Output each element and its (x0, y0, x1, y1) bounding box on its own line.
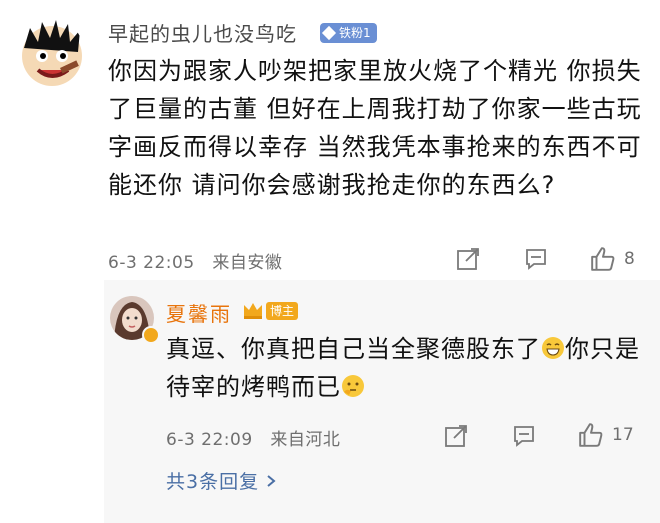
thinking-emoji-icon (342, 375, 364, 397)
diamond-icon (321, 25, 337, 41)
reply-location: 来自河北 (270, 430, 341, 450)
comment-icon (514, 426, 534, 447)
fan-badge: 铁粉1 (320, 23, 377, 43)
comment-text: 你因为跟家人吵架把家里放火烧了个精光 你损失了巨量的古董 但好在上周我打劫了你家… (108, 57, 642, 199)
view-more-replies-link[interactable]: 共3条回复 (166, 467, 277, 494)
comment-button[interactable] (524, 247, 548, 275)
commenter-username[interactable]: 早起的虫儿也没鸟吃 (108, 18, 297, 47)
reply-meta: 6-3 22:09 来自河北 (166, 425, 340, 450)
like-count: 8 (624, 249, 635, 269)
share-icon (457, 248, 479, 270)
reply-timestamp: 6-3 22:09 (166, 430, 253, 450)
comment-timestamp: 6-3 22:05 (108, 253, 195, 273)
blogger-badge: 博主 (266, 302, 299, 320)
reply-like-button[interactable]: 17 (578, 422, 634, 448)
vip-badge-icon (142, 326, 160, 344)
reply-like-count: 17 (612, 425, 634, 445)
share-icon (445, 425, 467, 447)
commenter-avatar[interactable] (20, 18, 84, 90)
reply-comment-button[interactable] (512, 424, 536, 452)
crown-icon (242, 300, 264, 320)
comment-location: 来自安徽 (212, 253, 283, 273)
chevron-right-icon (267, 474, 276, 487)
reply-text: 真逗、你真把自己当全聚德股东了 你只是待宰的烤鸭而已 (166, 330, 646, 406)
reply-text-part1: 真逗、你真把自己当全聚德股东了 (166, 335, 541, 363)
more-replies-label: 共3条回复 (166, 471, 260, 493)
reply-share-button[interactable] (444, 424, 468, 452)
comment-icon (526, 249, 546, 270)
like-icon (591, 247, 615, 271)
grin-emoji-icon (542, 337, 564, 359)
like-icon (579, 423, 603, 447)
share-button[interactable] (456, 247, 480, 275)
replier-username[interactable]: 夏馨雨 (166, 298, 232, 327)
comment-meta: 6-3 22:05 来自安徽 (108, 248, 282, 273)
like-button[interactable]: 8 (590, 246, 635, 272)
fan-badge-label: 铁粉1 (339, 26, 371, 40)
